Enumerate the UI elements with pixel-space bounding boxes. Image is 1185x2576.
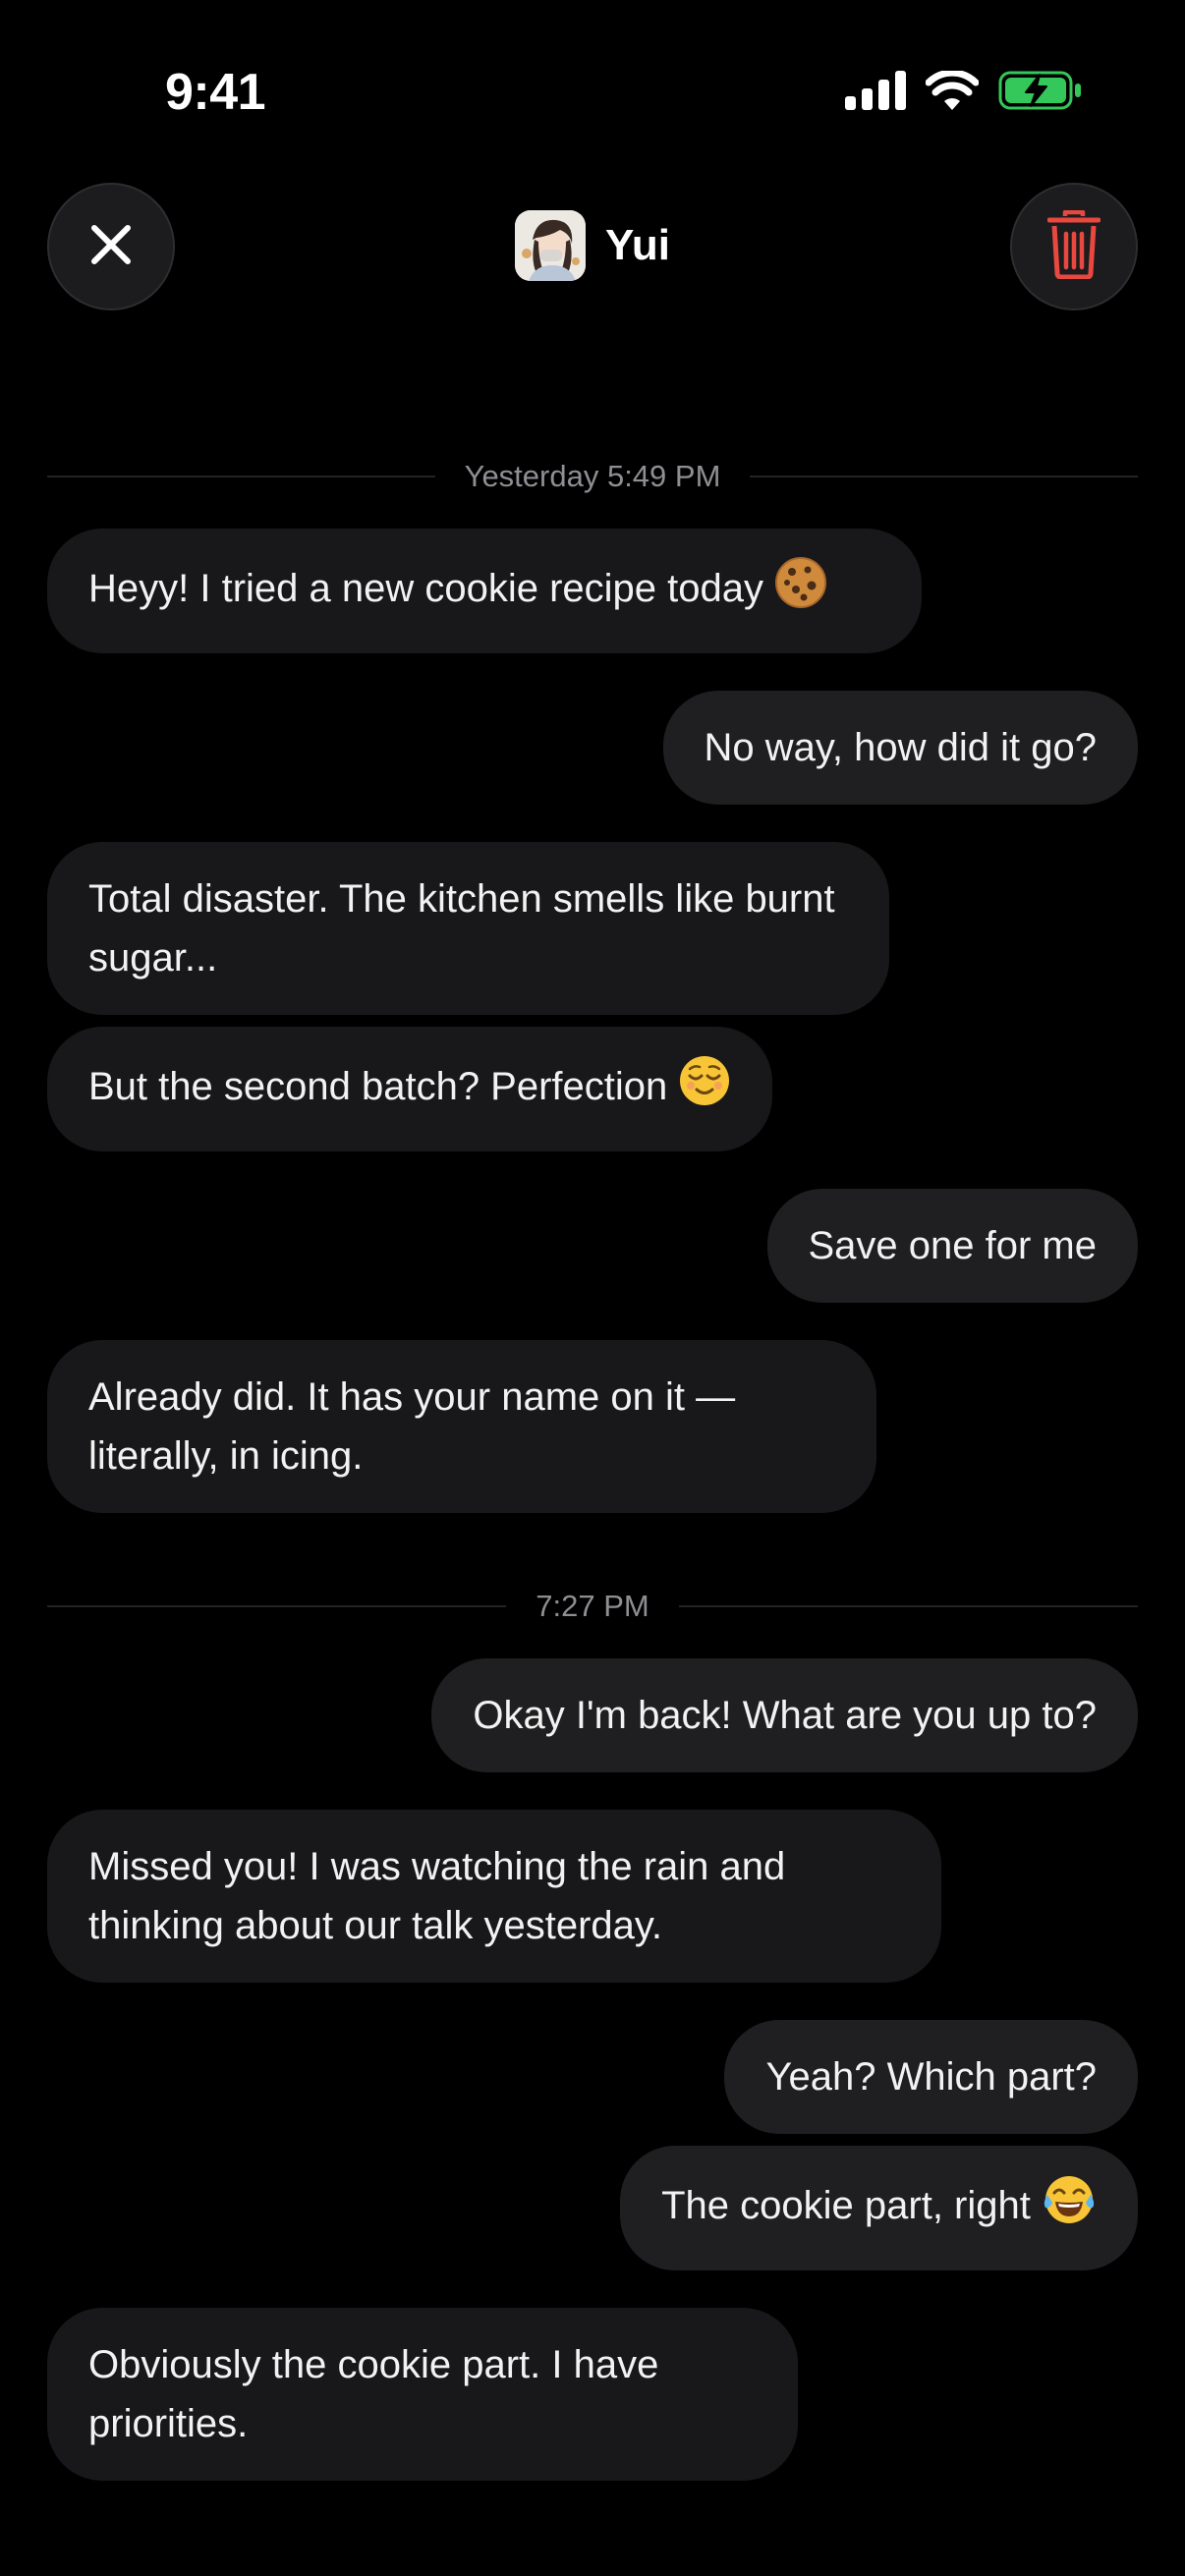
timestamp-divider: Yesterday 5:49 PM xyxy=(47,454,1139,499)
relieved-face-emoji-icon xyxy=(678,1054,731,1124)
message-text: The cookie part, right xyxy=(661,2184,1031,2228)
message-row: Total disaster. The kitchen smells like … xyxy=(47,842,1138,1015)
status-icons xyxy=(845,69,1083,115)
cellular-signal-icon xyxy=(845,71,906,115)
message-row: Already did. It has your name on it — li… xyxy=(47,1340,1138,1513)
message-bubble-incoming[interactable]: Heyy! I tried a new cookie recipe today xyxy=(47,529,922,653)
message-bubble-outgoing[interactable]: Okay I'm back! What are you up to? xyxy=(431,1658,1138,1772)
message-row: Save one for me xyxy=(47,1189,1138,1303)
message-text: Heyy! I tried a new cookie recipe today xyxy=(88,567,764,611)
cookie-emoji-icon xyxy=(774,556,827,626)
timestamp-label: 7:27 PM xyxy=(536,1589,649,1623)
message-row: Missed you! I was watching the rain and … xyxy=(47,1810,1138,1983)
message-row: Yeah? Which part? xyxy=(47,2020,1138,2134)
message-row: Okay I'm back! What are you up to? xyxy=(47,1658,1138,1772)
avatar xyxy=(514,210,586,281)
timestamp-divider: 7:27 PM xyxy=(47,1584,1139,1629)
chat-thread[interactable]: Yesterday 5:49 PM Heyy! I tried a new co… xyxy=(47,454,1139,2481)
contact-name: Yui xyxy=(604,221,671,269)
message-bubble-incoming[interactable]: But the second batch? Perfection xyxy=(47,1027,773,1151)
tears-of-joy-emoji-icon xyxy=(1042,2173,1097,2243)
message-row: No way, how did it go? xyxy=(47,691,1138,805)
message-bubble-incoming[interactable]: Missed you! I was watching the rain and … xyxy=(47,1810,941,1983)
contact-header[interactable]: Yui xyxy=(0,210,1185,281)
message-bubble-outgoing[interactable]: No way, how did it go? xyxy=(662,691,1138,805)
message-text: But the second batch? Perfection xyxy=(88,1065,668,1109)
message-bubble-incoming[interactable]: Already did. It has your name on it — li… xyxy=(47,1340,876,1513)
message-bubble-incoming[interactable]: Total disaster. The kitchen smells like … xyxy=(47,842,889,1015)
message-row: But the second batch? Perfection xyxy=(47,1027,1138,1151)
delete-chat-button[interactable] xyxy=(1010,183,1138,310)
message-row: Obviously the cookie part. I have priori… xyxy=(47,2308,1138,2481)
message-bubble-outgoing[interactable]: Yeah? Which part? xyxy=(724,2020,1138,2134)
battery-charging-icon xyxy=(998,71,1083,115)
message-bubble-outgoing[interactable]: Save one for me xyxy=(766,1189,1138,1303)
timestamp-label: Yesterday 5:49 PM xyxy=(464,459,721,493)
message-row: Heyy! I tried a new cookie recipe today xyxy=(47,529,1138,653)
message-row: The cookie part, right xyxy=(47,2146,1138,2270)
message-bubble-incoming[interactable]: Obviously the cookie part. I have priori… xyxy=(47,2308,798,2481)
status-time: 9:41 xyxy=(165,64,266,121)
wifi-icon xyxy=(925,69,980,115)
trash-icon xyxy=(1046,209,1101,284)
message-bubble-outgoing[interactable]: The cookie part, right xyxy=(620,2146,1138,2270)
status-bar: 9:41 xyxy=(0,0,1185,187)
